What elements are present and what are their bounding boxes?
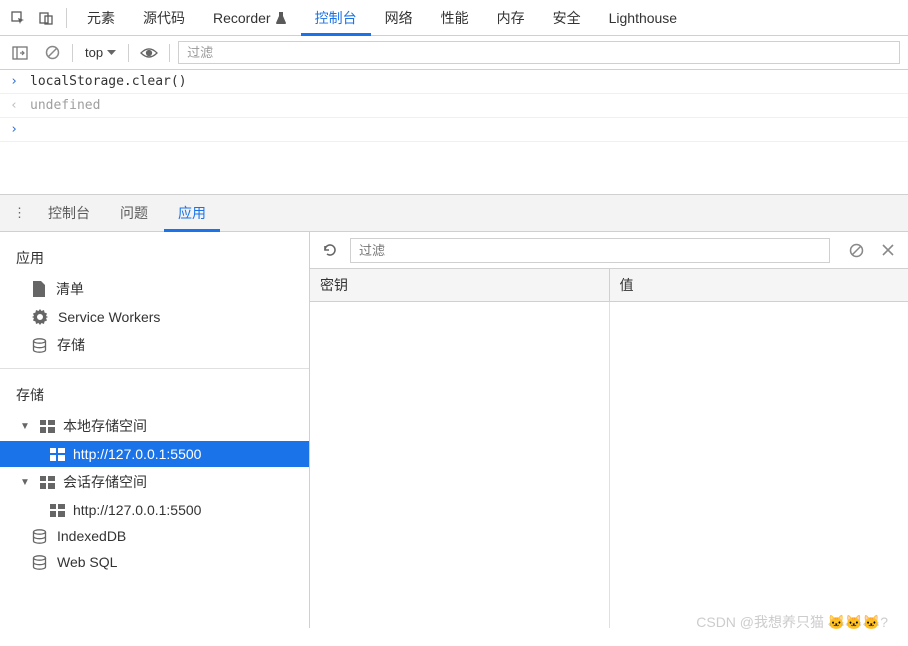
devtools-main-toolbar: 元素 源代码 Recorder 控制台 网络 性能 内存 安全 Lighthou…: [0, 0, 908, 36]
console-output-line: ‹ undefined: [0, 94, 908, 118]
storage-filter-input[interactable]: [350, 238, 830, 263]
tab-network[interactable]: 网络: [371, 0, 427, 36]
grid-icon: [40, 476, 55, 489]
session-storage-url: http://127.0.0.1:5500: [73, 502, 201, 518]
show-console-sidebar-icon[interactable]: [8, 41, 32, 65]
tab-performance[interactable]: 性能: [427, 0, 483, 36]
console-input-text: localStorage.clear(): [30, 74, 187, 89]
storage-table-header: 密钥 值: [310, 268, 908, 302]
device-toggle-icon[interactable]: [32, 0, 60, 36]
refresh-icon[interactable]: [318, 238, 342, 262]
file-icon: [32, 281, 46, 297]
console-toolbar: top: [0, 36, 908, 70]
divider: [128, 44, 129, 62]
tab-console[interactable]: 控制台: [301, 0, 371, 36]
drawer-tabs: ⋮ 控制台 问题 应用: [0, 194, 908, 232]
console-filter-input[interactable]: [178, 41, 900, 64]
tab-security[interactable]: 安全: [539, 0, 595, 36]
prompt-icon: ›: [8, 122, 20, 137]
database-icon: [32, 338, 47, 353]
application-panel: 应用 清单 Service Workers 存储 存储 ▼ 本地存储空间 htt…: [0, 232, 908, 628]
indexeddb-label: IndexedDB: [57, 528, 126, 544]
key-column: [310, 302, 610, 628]
storage-table-body: [310, 302, 908, 628]
context-selector[interactable]: top: [81, 45, 120, 60]
context-label: top: [85, 45, 103, 60]
grid-icon: [40, 420, 55, 433]
clear-storage-icon[interactable]: [844, 238, 868, 262]
column-value[interactable]: 值: [610, 269, 908, 301]
sidebar-tree-local-storage-origin[interactable]: http://127.0.0.1:5500: [0, 441, 309, 467]
local-storage-label: 本地存储空间: [63, 416, 147, 436]
flask-icon: [275, 11, 287, 25]
value-column: [610, 302, 908, 628]
return-icon: ‹: [8, 98, 20, 113]
sidebar-tree-session-storage-origin[interactable]: http://127.0.0.1:5500: [0, 497, 309, 523]
sidebar-section-application: 应用: [0, 240, 309, 274]
sidebar-item-indexeddb[interactable]: IndexedDB: [0, 523, 309, 549]
manifest-label: 清单: [56, 279, 84, 299]
tab-recorder-label: Recorder: [213, 10, 271, 26]
database-icon: [32, 529, 47, 544]
sidebar-item-storage[interactable]: 存储: [0, 330, 309, 360]
divider: [169, 44, 170, 62]
gear-icon: [32, 309, 48, 325]
sidebar-tree-local-storage[interactable]: ▼ 本地存储空间: [0, 411, 309, 441]
clear-console-icon[interactable]: [40, 41, 64, 65]
sidebar-tree-session-storage[interactable]: ▼ 会话存储空间: [0, 467, 309, 497]
sidebar-divider: [0, 368, 309, 369]
grid-icon: [50, 448, 65, 461]
console-prompt-line[interactable]: ›: [0, 118, 908, 142]
tab-elements[interactable]: 元素: [73, 0, 129, 36]
session-storage-label: 会话存储空间: [63, 472, 147, 492]
grid-icon: [50, 504, 65, 517]
delete-icon[interactable]: [876, 238, 900, 262]
console-body: › localStorage.clear() ‹ undefined ›: [0, 70, 908, 142]
database-icon: [32, 555, 47, 570]
storage-label: 存储: [57, 335, 85, 355]
drawer-tab-issues[interactable]: 问题: [106, 194, 162, 232]
console-gap: [0, 142, 908, 194]
expand-arrow-icon: ▼: [20, 421, 32, 432]
storage-content: 密钥 值: [310, 232, 908, 628]
local-storage-url: http://127.0.0.1:5500: [73, 446, 201, 462]
sw-label: Service Workers: [58, 309, 160, 325]
tab-recorder[interactable]: Recorder: [199, 0, 301, 36]
application-sidebar: 应用 清单 Service Workers 存储 存储 ▼ 本地存储空间 htt…: [0, 232, 310, 628]
websql-label: Web SQL: [57, 554, 117, 570]
prompt-icon: ›: [8, 74, 20, 89]
console-output-text: undefined: [30, 98, 100, 113]
storage-toolbar: [310, 232, 908, 268]
divider: [72, 44, 73, 62]
expand-arrow-icon: ▼: [20, 477, 32, 488]
inspect-icon[interactable]: [4, 0, 32, 36]
sidebar-item-websql[interactable]: Web SQL: [0, 549, 309, 575]
tab-sources[interactable]: 源代码: [129, 0, 199, 36]
console-input-line[interactable]: › localStorage.clear(): [0, 70, 908, 94]
tab-lighthouse[interactable]: Lighthouse: [595, 0, 692, 36]
sidebar-item-service-workers[interactable]: Service Workers: [0, 304, 309, 330]
sidebar-item-manifest[interactable]: 清单: [0, 274, 309, 304]
column-key[interactable]: 密钥: [310, 269, 610, 301]
sidebar-section-storage: 存储: [0, 377, 309, 411]
divider: [66, 8, 67, 28]
drawer-tab-application[interactable]: 应用: [164, 194, 220, 232]
chevron-down-icon: [107, 50, 116, 56]
more-tabs-icon[interactable]: ⋮: [8, 205, 32, 221]
drawer-tab-console[interactable]: 控制台: [34, 194, 104, 232]
eye-icon[interactable]: [137, 41, 161, 65]
tab-memory[interactable]: 内存: [483, 0, 539, 36]
